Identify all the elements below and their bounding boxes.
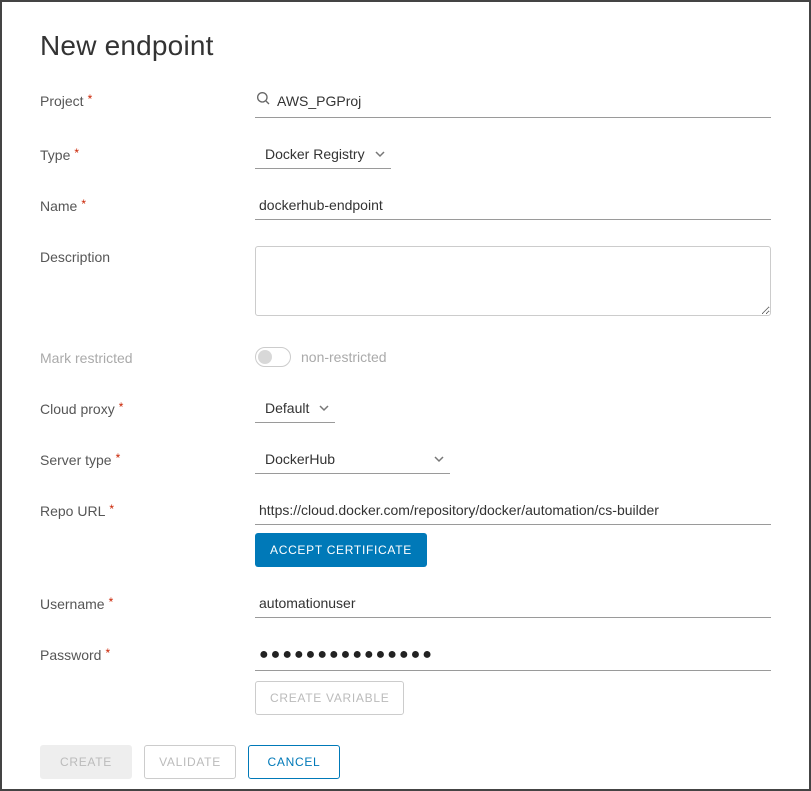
required-asterisk: * bbox=[116, 451, 121, 465]
page-title: New endpoint bbox=[40, 30, 771, 62]
project-search-input[interactable] bbox=[255, 90, 771, 118]
repo-url-input[interactable] bbox=[255, 500, 771, 525]
project-label: Project * bbox=[40, 90, 255, 109]
description-label: Description bbox=[40, 246, 255, 265]
required-asterisk: * bbox=[109, 595, 114, 609]
required-asterisk: * bbox=[88, 92, 93, 106]
required-asterisk: * bbox=[81, 197, 86, 211]
endpoint-form: Project * Type * Docker Registry bbox=[40, 90, 771, 779]
validate-button[interactable]: Validate bbox=[144, 745, 236, 779]
create-variable-button[interactable]: Create Variable bbox=[255, 681, 404, 715]
description-textarea[interactable] bbox=[255, 246, 771, 316]
repo-url-label: Repo URL * bbox=[40, 500, 255, 519]
chevron-down-icon bbox=[434, 454, 444, 464]
cloud-proxy-label: Cloud proxy * bbox=[40, 398, 255, 417]
type-label: Type * bbox=[40, 144, 255, 163]
mark-restricted-label-text: Mark restricted bbox=[40, 350, 133, 366]
mark-restricted-label: Mark restricted bbox=[40, 347, 255, 366]
password-label-text: Password bbox=[40, 647, 101, 663]
required-asterisk: * bbox=[74, 146, 79, 160]
required-asterisk: * bbox=[119, 400, 124, 414]
cloud-proxy-label-text: Cloud proxy bbox=[40, 401, 115, 417]
username-label-text: Username bbox=[40, 596, 105, 612]
project-label-text: Project bbox=[40, 93, 84, 109]
server-type-select[interactable]: DockerHub bbox=[255, 449, 450, 474]
search-icon bbox=[255, 90, 277, 111]
type-label-text: Type bbox=[40, 147, 70, 163]
password-input[interactable] bbox=[255, 644, 771, 671]
chevron-down-icon bbox=[319, 403, 329, 413]
type-select[interactable]: Docker Registry bbox=[255, 144, 391, 169]
server-type-value: DockerHub bbox=[265, 451, 335, 467]
create-button[interactable]: Create bbox=[40, 745, 132, 779]
mark-restricted-toggle[interactable] bbox=[255, 347, 291, 367]
footer-actions: Create Validate Cancel bbox=[40, 745, 771, 779]
type-select-value: Docker Registry bbox=[265, 146, 365, 162]
server-type-label-text: Server type bbox=[40, 452, 112, 468]
name-label: Name * bbox=[40, 195, 255, 214]
server-type-label: Server type * bbox=[40, 449, 255, 468]
project-input[interactable] bbox=[277, 93, 771, 109]
username-label: Username * bbox=[40, 593, 255, 612]
username-input[interactable] bbox=[255, 593, 771, 618]
mark-restricted-state: non-restricted bbox=[301, 349, 387, 365]
password-label: Password * bbox=[40, 644, 255, 663]
name-label-text: Name bbox=[40, 198, 77, 214]
required-asterisk: * bbox=[105, 646, 110, 660]
chevron-down-icon bbox=[375, 149, 385, 159]
description-label-text: Description bbox=[40, 249, 110, 265]
cancel-button[interactable]: Cancel bbox=[248, 745, 340, 779]
cloud-proxy-value: Default bbox=[265, 400, 309, 416]
cloud-proxy-select[interactable]: Default bbox=[255, 398, 335, 423]
repo-url-label-text: Repo URL bbox=[40, 503, 105, 519]
name-input[interactable] bbox=[255, 195, 771, 220]
required-asterisk: * bbox=[109, 502, 114, 516]
accept-certificate-button[interactable]: Accept Certificate bbox=[255, 533, 427, 567]
toggle-knob bbox=[258, 350, 272, 364]
